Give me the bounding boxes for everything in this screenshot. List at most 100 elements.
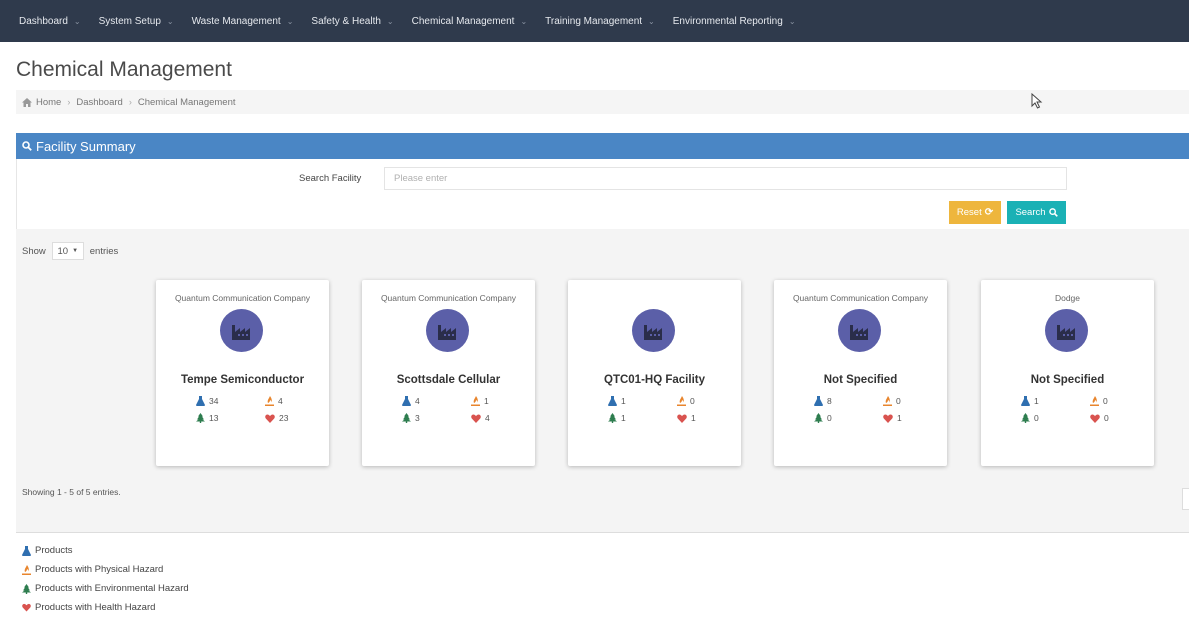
flame-icon [22,564,31,575]
tree-icon [196,413,205,423]
nav-item-dashboard[interactable]: Dashboard ⌄ [19,16,81,27]
products-count: 1 [1021,396,1039,406]
pagination[interactable] [1182,488,1189,510]
reset-button[interactable]: Reset ⟳ [949,201,1001,224]
search-button[interactable]: Search [1007,201,1066,224]
nav-item-system-setup[interactable]: System Setup ⌄ [99,16,174,27]
flask-icon [402,396,411,406]
flask-icon [814,396,823,406]
facility-card[interactable]: Quantum Communication Company Not Specifi… [774,280,947,466]
facility-card[interactable]: Quantum Communication Company Scottsdale … [362,280,535,466]
search-filter-area: Search Facility Reset⟳ Search [16,159,1189,229]
chevron-down-icon: ⌄ [286,16,294,26]
breadcrumb-separator: › [128,97,132,107]
tree-icon [22,583,31,594]
tree-icon [402,413,411,423]
heart-icon [265,413,275,423]
health-hazard-count: 23 [265,413,288,423]
nav-item-environmental-reporting[interactable]: Environmental Reporting ⌄ [673,16,796,27]
legend-environmental-hazard: Products with Environmental Hazard [22,583,189,594]
environmental-hazard-count: 0 [1021,413,1039,423]
facility-name[interactable]: Not Specified [981,374,1154,386]
facility-card[interactable]: Dodge Not Specified 1 0 0 0 [981,280,1154,466]
factory-icon [426,309,469,352]
physical-hazard-count: 0 [883,396,901,406]
chevron-down-icon: ⌄ [520,16,528,26]
company-name: Quantum Communication Company [380,293,517,303]
facility-name[interactable]: Tempe Semiconductor [156,374,329,386]
environmental-hazard-count: 3 [402,413,420,423]
environmental-hazard-count: 13 [196,413,218,423]
show-entries-control: Show 10 ▼ entries [22,242,118,260]
facility-card[interactable]: QTC01-HQ Facility 1 0 1 1 [568,280,741,466]
showing-entries-text: Showing 1 - 5 of 5 entries. [22,487,121,497]
products-count: 4 [402,396,420,406]
nav-item-safety-health[interactable]: Safety & Health ⌄ [311,16,393,27]
heart-icon [677,413,687,423]
heart-icon [471,413,481,423]
top-navigation: Dashboard ⌄ System Setup ⌄ Waste Managemen… [0,0,1189,42]
physical-hazard-count: 0 [1090,396,1108,406]
entries-per-page-select[interactable]: 10 ▼ [51,242,84,260]
health-hazard-count: 0 [1090,413,1109,423]
tree-icon [608,413,617,423]
physical-hazard-count: 4 [265,396,283,406]
flame-icon [1090,396,1099,406]
heart-icon [883,413,893,423]
facility-name[interactable]: QTC01-HQ Facility [568,374,741,386]
products-count: 1 [608,396,626,406]
environmental-hazard-count: 1 [608,413,626,423]
search-icon [1048,208,1058,217]
search-facility-label: Search Facility [299,173,362,184]
company-name: Quantum Communication Company [792,293,929,303]
breadcrumb-dashboard[interactable]: Dashboard [76,97,122,108]
chevron-down-icon: ⌄ [73,16,81,26]
company-name: Dodge [1054,293,1081,303]
chevron-down-icon: ⌄ [648,16,655,26]
facility-card[interactable]: Quantum Communication Company Tempe Semic… [156,280,329,466]
heart-icon [1090,413,1100,423]
mouse-cursor-icon [1031,93,1043,109]
flask-icon [1021,396,1030,406]
search-facility-input[interactable] [384,167,1067,190]
breadcrumb-current: Chemical Management [137,96,236,108]
nav-item-chemical-management[interactable]: Chemical Management ⌄ [412,16,528,27]
chevron-down-icon: ⌄ [386,16,394,26]
tree-icon [814,413,823,423]
health-hazard-count: 1 [883,413,902,423]
legend-health-hazard: Products with Health Hazard [22,602,155,613]
products-count: 8 [814,396,832,406]
flame-icon [471,396,480,406]
refresh-icon: ⟳ [984,207,994,218]
dropdown-arrow-icon: ▼ [72,248,79,254]
flask-icon [22,545,31,556]
nav-item-waste-management[interactable]: Waste Management ⌄ [192,16,294,27]
tree-icon [1021,413,1030,423]
facility-summary-header: Facility Summary [16,133,1189,159]
environmental-hazard-count: 0 [814,413,832,423]
page-title: Chemical Management [16,58,232,81]
chevron-down-icon: ⌄ [788,16,796,26]
facility-name[interactable]: Scottsdale Cellular [362,374,535,386]
chevron-down-icon: ⌄ [166,16,174,26]
breadcrumb: Home › Dashboard › Chemical Management [16,90,1189,114]
flask-icon [608,396,617,406]
factory-icon [838,309,881,352]
company-name: Quantum Communication Company [174,293,311,303]
legend-products: Products [22,545,73,556]
legend-physical-hazard: Products with Physical Hazard [22,564,163,575]
factory-icon [632,309,675,352]
flask-icon [196,396,205,406]
panel-title: Facility Summary [36,138,136,154]
physical-hazard-count: 1 [471,396,489,406]
facility-name[interactable]: Not Specified [774,374,947,386]
flame-icon [677,396,686,406]
breadcrumb-home[interactable]: Home [36,97,61,108]
home-icon [22,97,32,107]
search-icon [22,141,32,151]
nav-item-training-management[interactable]: Training Management ⌄ [545,16,655,27]
flame-icon [265,396,274,406]
health-hazard-count: 4 [471,413,490,423]
factory-icon [220,309,263,352]
heart-icon [22,603,31,612]
